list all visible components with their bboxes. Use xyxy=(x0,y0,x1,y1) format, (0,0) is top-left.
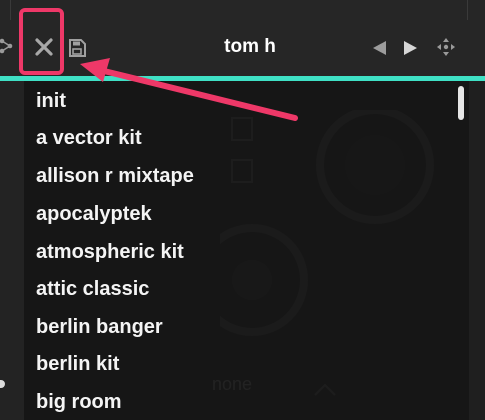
annotation-arrow xyxy=(80,58,298,121)
